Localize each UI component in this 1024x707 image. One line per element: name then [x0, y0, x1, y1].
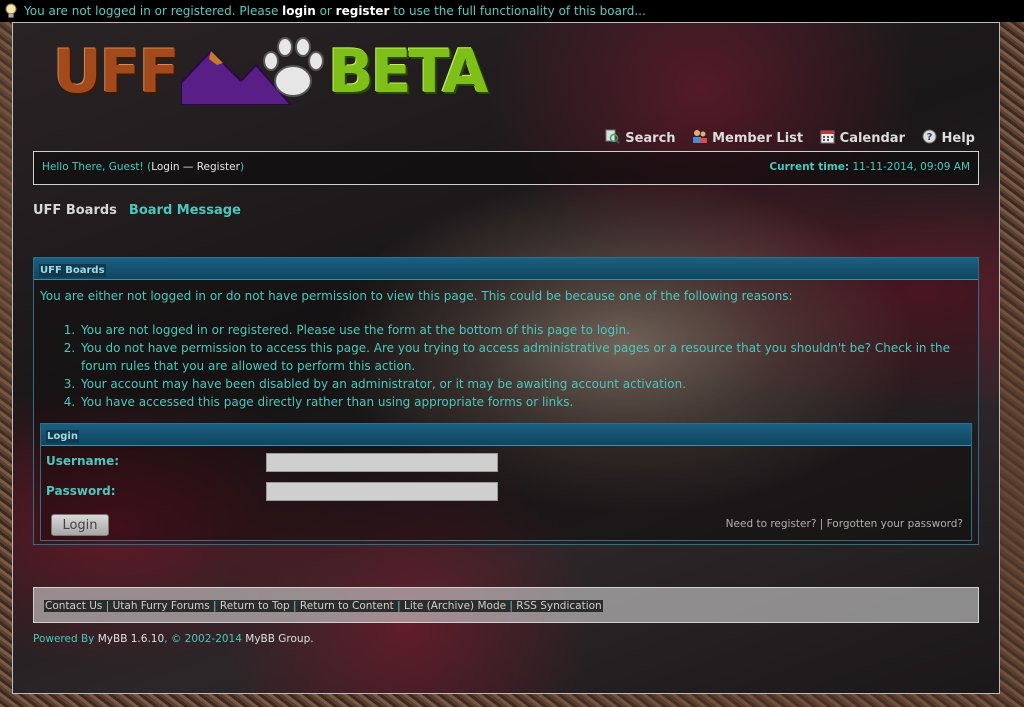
menu-search[interactable]: Search	[605, 129, 676, 146]
logo-uff-text: UFF	[53, 37, 180, 107]
footer-link-rss[interactable]: RSS Syndication	[516, 600, 601, 612]
menu-member-list-label: Member List	[712, 131, 804, 146]
reason-item: You are not logged in or registered. Ple…	[79, 321, 964, 339]
forgot-password-link[interactable]: Forgotten your password?	[827, 518, 963, 530]
search-icon	[605, 129, 620, 144]
guest-notice-bar: You are not logged in or registered. Ple…	[0, 0, 1024, 22]
site-logo[interactable]: UFF BETA	[53, 33, 493, 119]
footer-link-return-to-content[interactable]: Return to Content	[300, 600, 394, 612]
need-register-link[interactable]: Need to register?	[726, 518, 817, 530]
menu-calendar[interactable]: Calendar	[820, 129, 905, 146]
login-form-header: Login	[41, 424, 971, 446]
panel-register-link[interactable]: Register	[197, 161, 240, 173]
login-form: Login Username: Password: Login Need to …	[40, 423, 972, 541]
lightbulb-icon	[5, 3, 17, 18]
menu-search-label: Search	[625, 131, 676, 146]
notice-text-suffix: to use the full functionality of this bo…	[389, 4, 646, 18]
footer-link-utah-furry-forums[interactable]: Utah Furry Forums	[113, 600, 210, 612]
breadcrumb-current: Board Message	[128, 203, 241, 218]
top-menu: Search Member List Calendar ? Help	[593, 129, 975, 146]
password-label: Password:	[46, 484, 116, 498]
error-intro-text: You are either not logged in or do not h…	[40, 289, 793, 303]
paw-logo-icon	[263, 37, 324, 97]
error-box-title: UFF Boards	[39, 264, 106, 277]
error-box-header: UFF Boards	[34, 258, 978, 280]
member-list-icon	[693, 130, 708, 143]
footer-link-return-to-top[interactable]: Return to Top	[220, 600, 290, 612]
footer-bar: Contact Us | Utah Furry Forums | Return …	[33, 587, 979, 623]
welcome-text: Hello There, Guest! (Login — Register)	[42, 152, 244, 182]
logo-beta-text: BETA	[328, 37, 488, 107]
notice-text-or: or	[315, 4, 336, 18]
notice-text-prefix: You are not logged in or registered. Ple…	[24, 4, 283, 18]
login-button[interactable]: Login	[51, 514, 109, 536]
greeting-text: Hello There, Guest! (	[42, 161, 152, 173]
reason-item: You do not have permission to access thi…	[79, 339, 964, 375]
footer-link-lite-mode[interactable]: Lite (Archive) Mode	[404, 600, 506, 612]
footer-links: Contact Us | Utah Furry Forums | Return …	[44, 600, 603, 612]
help-icon: ?	[922, 129, 937, 144]
mybb-link[interactable]: MyBB 1.6.10	[98, 633, 164, 645]
current-time: Current time: 11-11-2014, 09:09 AM	[769, 152, 970, 182]
welcome-panel: Hello There, Guest! (Login — Register) C…	[33, 151, 979, 185]
menu-help[interactable]: ? Help	[922, 129, 975, 146]
breadcrumb-home-link[interactable]: UFF Boards	[33, 203, 117, 218]
menu-calendar-label: Calendar	[839, 131, 905, 146]
powered-by: Powered By MyBB 1.6.10, © 2002-2014 MyBB…	[33, 633, 314, 645]
page-container: UFF BETA Search Member List Calendar ? H…	[12, 22, 1000, 694]
powered-comma: ,	[164, 633, 171, 645]
username-input[interactable]	[266, 453, 498, 472]
reason-item: You have accessed this page directly rat…	[79, 393, 964, 411]
register-links: Need to register? | Forgotten your passw…	[726, 518, 963, 530]
reason-item: Your account may have been disabled by a…	[79, 375, 964, 393]
notice-login-link[interactable]: login	[282, 4, 316, 18]
panel-dash: —	[179, 161, 197, 173]
username-label: Username:	[46, 454, 120, 468]
register-links-separator: |	[816, 518, 827, 530]
menu-member-list[interactable]: Member List	[692, 129, 803, 146]
current-time-value: 11-11-2014, 09:09 AM	[849, 161, 970, 173]
calendar-icon	[820, 130, 835, 144]
error-reasons-list: You are not logged in or registered. Ple…	[34, 321, 964, 411]
panel-close-paren: )	[239, 161, 245, 173]
powered-by-text: Powered By	[33, 633, 98, 645]
password-input[interactable]	[266, 482, 498, 501]
breadcrumb: UFF Boards Board Message	[33, 203, 241, 218]
error-message-box: UFF Boards You are either not logged in …	[33, 257, 979, 545]
login-form-title: Login	[46, 430, 79, 443]
current-time-label: Current time:	[769, 161, 850, 173]
svg-text:?: ?	[926, 132, 932, 143]
mybb-group-link[interactable]: MyBB Group.	[242, 633, 313, 645]
panel-login-link[interactable]: Login	[151, 161, 179, 173]
copyright-years: © 2002-2014	[170, 633, 242, 645]
footer-link-contact-us[interactable]: Contact Us	[45, 600, 102, 612]
notice-register-link[interactable]: register	[336, 4, 390, 18]
menu-help-label: Help	[941, 131, 975, 146]
